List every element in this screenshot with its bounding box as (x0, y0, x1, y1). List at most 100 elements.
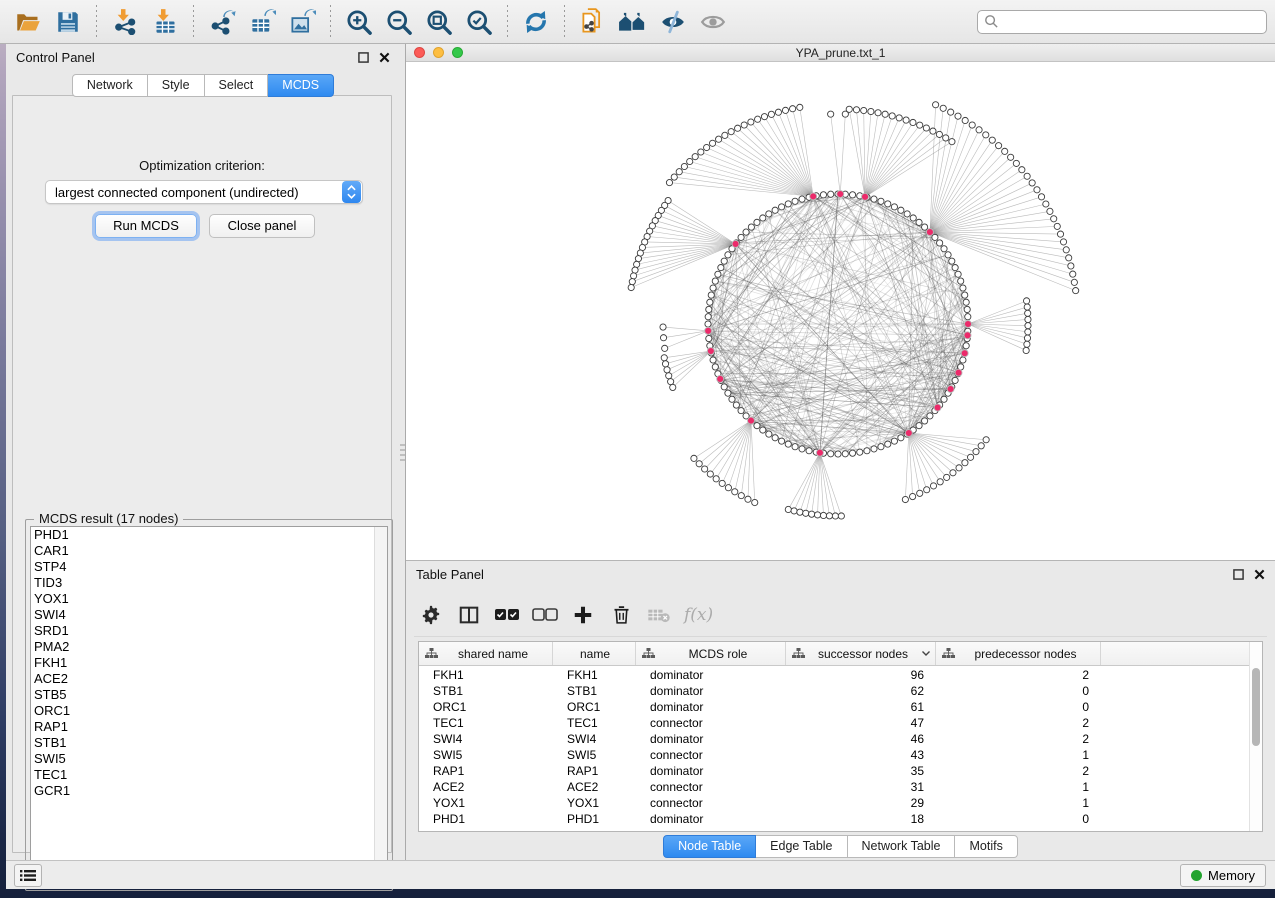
table-row[interactable]: SWI4SWI4dominator462 (419, 731, 1249, 747)
mcds-result-item[interactable]: SRD1 (31, 623, 387, 639)
apply-layout-button[interactable] (519, 5, 553, 39)
run-mcds-button[interactable]: Run MCDS (95, 214, 197, 238)
import-network-button[interactable] (108, 5, 142, 39)
table-cell: 96 (786, 667, 936, 683)
toolbar-separator (330, 5, 331, 39)
table-row[interactable]: TEC1TEC1connector472 (419, 715, 1249, 731)
tab-mcds[interactable]: MCDS (268, 74, 334, 97)
control-panel-tabs: NetworkStyleSelectMCDS (6, 74, 400, 97)
table-scrollbar[interactable] (1249, 642, 1262, 831)
mcds-result-list[interactable]: PHD1CAR1STP4TID3YOX1SWI4SRD1PMA2FKH1ACE2… (30, 526, 388, 885)
export-network-button[interactable] (205, 5, 239, 39)
hide-selected-button[interactable] (656, 5, 690, 39)
tab-style[interactable]: Style (148, 74, 205, 97)
tab-network[interactable]: Network (72, 74, 148, 97)
table-cell: 2 (936, 731, 1101, 747)
table-tab-motifs[interactable]: Motifs (955, 835, 1017, 858)
table-panel-title: Table Panel (416, 567, 484, 582)
memory-button[interactable]: Memory (1180, 864, 1266, 887)
function-builder-button[interactable]: f(x) (680, 598, 713, 632)
first-neighbors-button[interactable] (616, 5, 650, 39)
float-panel-icon[interactable] (1233, 569, 1244, 580)
mcds-result-item[interactable]: FKH1 (31, 655, 387, 671)
table-cell: dominator (636, 699, 786, 715)
mcds-result-item[interactable]: PHD1 (31, 527, 387, 543)
column-header-MCDS-role[interactable]: MCDS role (636, 642, 786, 665)
table-cell: ORC1 (419, 699, 553, 715)
export-network-icon (209, 8, 236, 35)
trash-icon (611, 604, 632, 626)
tab-select[interactable]: Select (205, 74, 269, 97)
search-input[interactable] (999, 14, 1260, 29)
table-cell: ACE2 (419, 779, 553, 795)
search-box[interactable] (977, 10, 1267, 34)
column-header-predecessor-nodes[interactable]: predecessor nodes (936, 642, 1101, 665)
mcds-result-item[interactable]: GCR1 (31, 783, 387, 799)
export-image-button[interactable] (285, 5, 319, 39)
task-history-button[interactable] (14, 864, 42, 887)
table-cell: connector (636, 747, 786, 763)
list-icon (20, 869, 36, 882)
table-cell: 35 (786, 763, 936, 779)
mcds-result-item[interactable]: STB1 (31, 735, 387, 751)
new-network-from-selection-button[interactable] (576, 5, 610, 39)
close-panel-button[interactable]: Close panel (209, 214, 315, 238)
panel-split-button[interactable] (452, 598, 486, 632)
table-row[interactable]: ACE2ACE2connector311 (419, 779, 1249, 795)
table-row[interactable]: STB1STB1dominator620 (419, 683, 1249, 699)
zoom-selected-button[interactable] (462, 5, 496, 39)
import-table-icon (152, 8, 179, 35)
mcds-result-item[interactable]: TID3 (31, 575, 387, 591)
search-icon (984, 14, 999, 29)
select-all-button[interactable] (490, 598, 524, 632)
cytoscape-window: Control Panel NetworkStyleSelectMCDS Opt… (0, 0, 1275, 898)
export-table-button[interactable] (245, 5, 279, 39)
table-cell: 31 (786, 779, 936, 795)
mcds-result-item[interactable]: YOX1 (31, 591, 387, 607)
table-row[interactable]: FKH1FKH1dominator962 (419, 667, 1249, 683)
save-session-button[interactable] (51, 5, 85, 39)
open-session-button[interactable] (11, 5, 45, 39)
deselect-all-button[interactable] (528, 598, 562, 632)
add-column-button[interactable] (566, 598, 600, 632)
float-panel-icon[interactable] (358, 52, 369, 63)
splitter-grip-icon[interactable] (400, 444, 405, 462)
mcds-result-item[interactable]: RAP1 (31, 719, 387, 735)
mcds-result-item[interactable]: STB5 (31, 687, 387, 703)
table-toolbar: f(x) (414, 593, 1267, 637)
mcds-result-item[interactable]: SWI4 (31, 607, 387, 623)
column-header-shared-name[interactable]: shared name (419, 642, 553, 665)
close-panel-icon[interactable] (1254, 569, 1265, 580)
zoom-in-button[interactable] (342, 5, 376, 39)
zoom-fit-button[interactable] (422, 5, 456, 39)
table-scrollbar-thumb[interactable] (1252, 668, 1260, 746)
mcds-result-item[interactable]: PMA2 (31, 639, 387, 655)
table-row[interactable]: YOX1YOX1connector291 (419, 795, 1249, 811)
mcds-result-item[interactable]: ACE2 (31, 671, 387, 687)
import-table-button[interactable] (148, 5, 182, 39)
zoom-out-button[interactable] (382, 5, 416, 39)
mcds-list-scrollbar[interactable] (374, 527, 387, 884)
table-tab-node-table[interactable]: Node Table (663, 835, 756, 858)
close-panel-icon[interactable] (379, 52, 390, 63)
network-canvas[interactable] (406, 62, 1275, 560)
delete-table-button[interactable] (642, 598, 676, 632)
table-row[interactable]: ORC1ORC1dominator610 (419, 699, 1249, 715)
column-header-name[interactable]: name (553, 642, 636, 665)
table-row[interactable]: SWI5SWI5connector431 (419, 747, 1249, 763)
table-cell: dominator (636, 731, 786, 747)
table-row[interactable]: RAP1RAP1dominator352 (419, 763, 1249, 779)
criterion-dropdown[interactable]: largest connected component (undirected) (45, 180, 363, 204)
column-header-successor-nodes[interactable]: successor nodes (786, 642, 936, 665)
column-settings-button[interactable] (414, 598, 448, 632)
mcds-result-item[interactable]: ORC1 (31, 703, 387, 719)
show-all-button[interactable] (696, 5, 730, 39)
mcds-result-item[interactable]: TEC1 (31, 767, 387, 783)
mcds-result-item[interactable]: SWI5 (31, 751, 387, 767)
table-row[interactable]: PHD1PHD1dominator180 (419, 811, 1249, 827)
mcds-result-item[interactable]: STP4 (31, 559, 387, 575)
table-tab-network-table[interactable]: Network Table (848, 835, 956, 858)
delete-column-button[interactable] (604, 598, 638, 632)
mcds-result-item[interactable]: CAR1 (31, 543, 387, 559)
table-tab-edge-table[interactable]: Edge Table (756, 835, 847, 858)
